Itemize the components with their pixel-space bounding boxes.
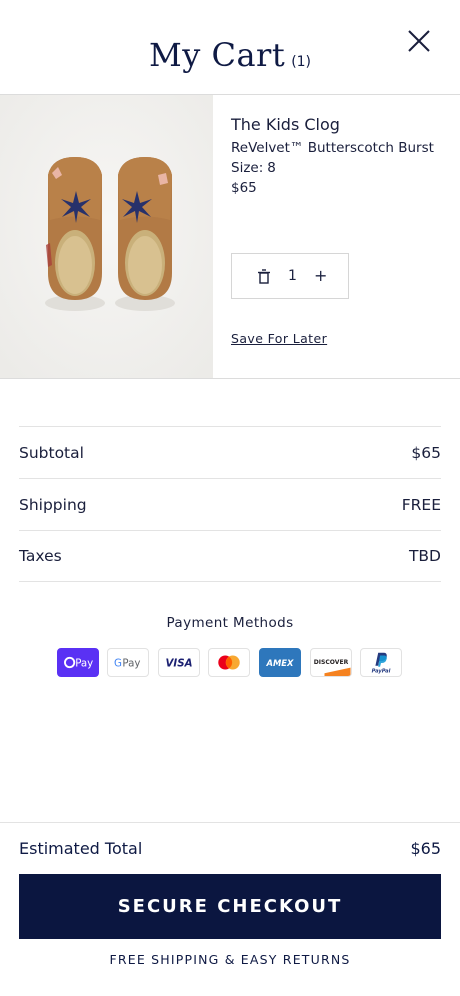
opay-icon: Pay [57, 648, 99, 677]
size-label: Size: [231, 160, 264, 176]
product-size: Size: 8 [231, 160, 451, 176]
save-for-later-link[interactable]: Save For Later [231, 331, 327, 346]
visa-text: VISA [165, 658, 192, 670]
google-pay-icon: G Pay [107, 648, 149, 677]
discover-text: DISCOVER [314, 659, 349, 666]
cart-header: My Cart (1) [0, 0, 460, 95]
estimated-total-value: $65 [410, 839, 441, 858]
subtotal-label: Subtotal [19, 443, 84, 462]
increase-quantity-button[interactable]: + [314, 266, 327, 285]
free-shipping-note: FREE SHIPPING & EASY RETURNS [109, 952, 351, 967]
taxes-value: TBD [408, 547, 441, 565]
product-details: The Kids Clog ReVelvet™ Butterscotch Bur… [231, 115, 451, 196]
page-title: My Cart (1) [0, 36, 460, 74]
close-icon [408, 30, 430, 52]
taxes-label: Taxes [19, 547, 62, 565]
subtotal-value: $65 [411, 443, 441, 462]
trash-icon [258, 269, 270, 284]
clog-illustration [0, 95, 213, 378]
product-image[interactable] [0, 95, 213, 378]
payment-methods-title: Payment Methods [166, 615, 294, 631]
mastercard-icon [208, 648, 250, 677]
payment-methods-list: Pay G Pay VISA AMEX DISCOVER PayPal [57, 648, 407, 678]
quantity-value: 1 [288, 268, 297, 284]
product-price: $65 [231, 180, 257, 196]
product-variant: ReVelvet™ Butterscotch Burst [231, 140, 434, 156]
subtotal-row: Subtotal $65 [19, 426, 441, 478]
remove-item-button[interactable] [257, 269, 271, 285]
visa-icon: VISA [158, 648, 200, 677]
cart-item: The Kids Clog ReVelvet™ Butterscotch Bur… [0, 95, 460, 379]
taxes-row: Taxes TBD [19, 530, 441, 582]
product-name[interactable]: The Kids Clog [231, 115, 451, 134]
cart-title-text: My Cart [148, 36, 286, 74]
discover-icon: DISCOVER [310, 648, 352, 677]
cart-item-count: (1) [291, 54, 312, 70]
gpay-g-text: G [114, 658, 122, 670]
quantity-stepper: 1 + [231, 253, 349, 299]
paypal-icon: PayPal [360, 648, 402, 677]
secure-checkout-button[interactable]: SECURE CHECKOUT [19, 874, 441, 939]
paypal-text: PayPal [372, 669, 391, 675]
shipping-label: Shipping [19, 495, 87, 514]
shipping-value: FREE [401, 495, 441, 514]
estimated-total-label: Estimated Total [19, 839, 143, 858]
size-value: 8 [267, 160, 276, 176]
close-button[interactable] [404, 26, 434, 56]
gpay-pay-text: Pay [122, 658, 140, 670]
estimated-total-row: Estimated Total $65 [0, 822, 460, 874]
opay-text: Pay [75, 658, 93, 670]
amex-icon: AMEX [259, 648, 301, 677]
amex-text: AMEX [266, 658, 294, 668]
order-summary: Subtotal $65 Shipping FREE Taxes TBD [19, 426, 441, 582]
shipping-row: Shipping FREE [19, 478, 441, 530]
